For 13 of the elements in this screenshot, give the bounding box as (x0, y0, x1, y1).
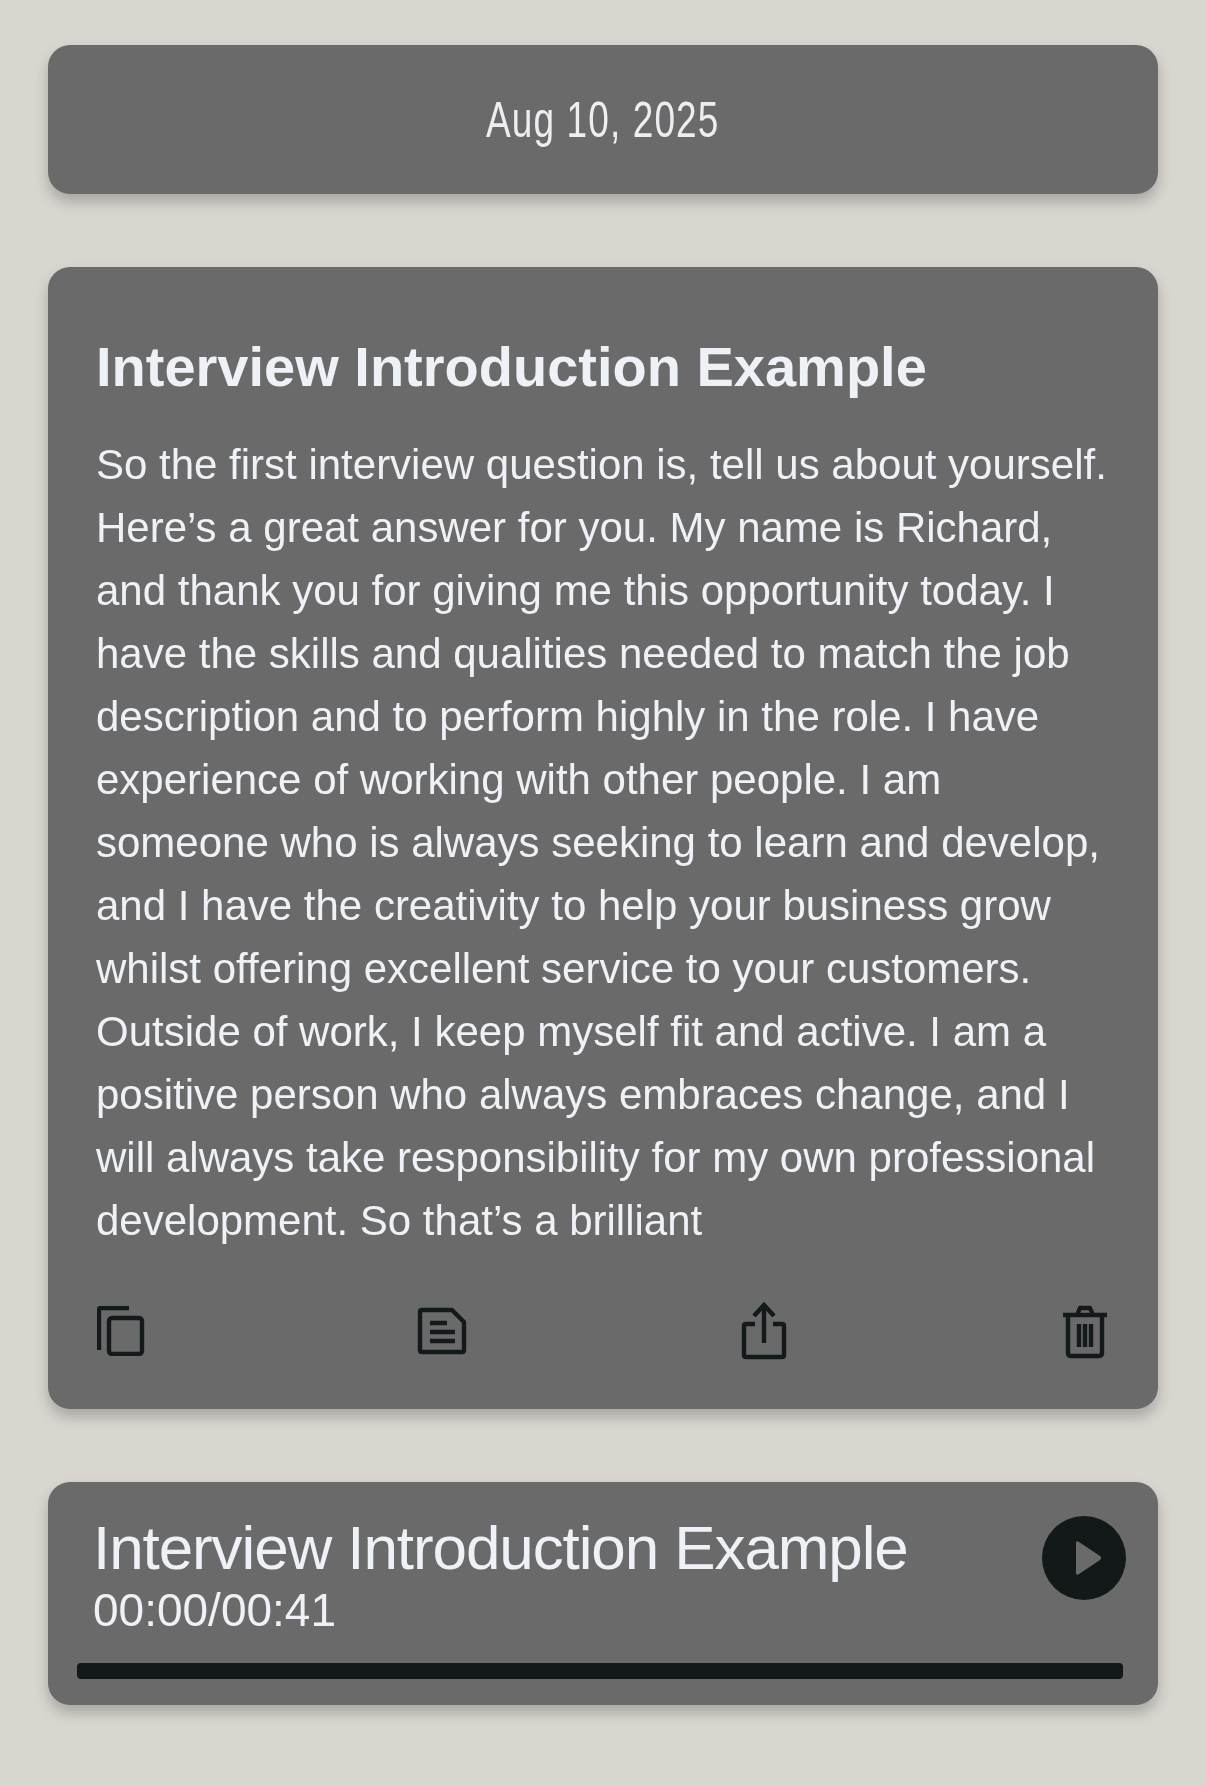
note-body-text: So the first interview question is, tell us about yourself. Here’s a great answer for you. My name is Richard, and thank you for giving me this opportunity today. I have the skills and qualities needed to match the job description and to perform highly in the role. I have experience of working with other people. I am someone who is always seeking to learn and develop, and I have the creativity to help your business grow whilst offering excellent service to your customers. Outside of work, I keep myself fit and active. I am a positive person who always embraces change, and I will always take responsibility for my own professional development. So that’s a brilliant (96, 440, 1108, 1246)
trash-icon (1061, 1303, 1109, 1359)
progress-track[interactable] (77, 1663, 1123, 1679)
date-label: Aug 10, 2025 (486, 90, 720, 149)
copy-icon (97, 1306, 145, 1356)
delete-button[interactable] (1060, 1304, 1110, 1358)
copy-button[interactable] (96, 1304, 146, 1358)
play-icon (1074, 1540, 1102, 1576)
playback-time: 00:00/00:41 (93, 1586, 336, 1634)
note-title: Interview Introduction Example (96, 335, 927, 399)
share-icon (740, 1302, 787, 1360)
audio-title: Interview Introduction Example (93, 1516, 908, 1580)
document-icon (417, 1306, 468, 1356)
